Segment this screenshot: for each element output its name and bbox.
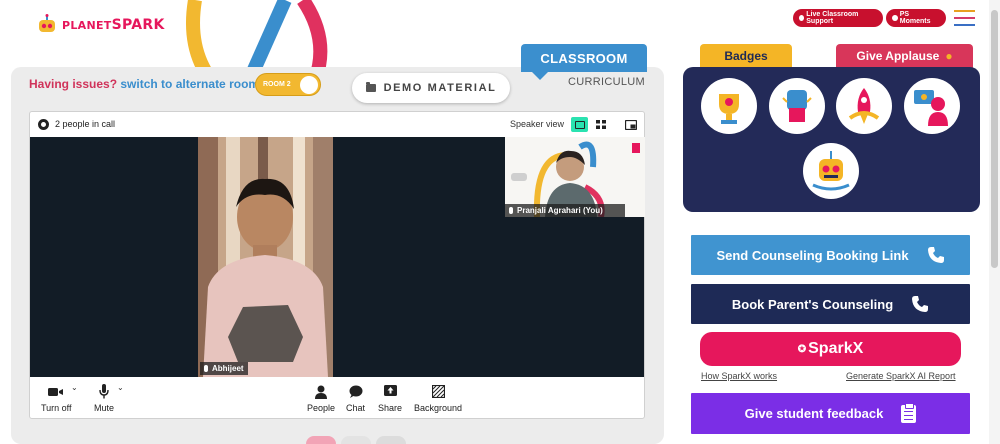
mic-options-chevron-icon[interactable]: ⌄ [117, 383, 124, 392]
give-student-feedback-button[interactable]: Give student feedback [691, 393, 970, 434]
demo-material-button[interactable]: DEMO MATERIAL [352, 73, 510, 103]
picture-in-picture-icon[interactable] [622, 117, 639, 132]
teacher-badge[interactable] [904, 78, 960, 134]
give-applause-tab[interactable]: Give Applause ● [836, 44, 973, 68]
chat-button[interactable]: Chat [346, 383, 365, 413]
clap-icon: ● [945, 49, 953, 63]
send-counseling-link-button[interactable]: Send Counseling Booking Link [691, 235, 970, 275]
share-screen-icon [383, 385, 397, 396]
sparkx-button[interactable]: ✪ SparkX [700, 332, 961, 366]
folder-icon [365, 82, 376, 92]
phone-icon [912, 296, 929, 312]
grid-view-icon[interactable] [592, 117, 609, 132]
mic-icon [509, 207, 513, 214]
self-participant-name: Pranjali Agrahari (You) [505, 204, 625, 217]
people-button[interactable]: People [307, 383, 335, 413]
camera-options-chevron-icon[interactable]: ⌄ [71, 383, 78, 392]
call-controls: Turn off ⌄ Mute ⌄ People Chat Share Back… [30, 377, 644, 419]
room-toggle[interactable]: ROOM 2 [255, 73, 321, 96]
robot-badge[interactable] [803, 143, 859, 199]
fist-badge[interactable] [769, 78, 825, 134]
brand-name: PLANETSPARK [62, 17, 165, 33]
tab-classroom[interactable]: CLASSROOM [521, 44, 647, 72]
main-participant-video[interactable]: Abhijeet [198, 137, 333, 377]
badges-panel [683, 67, 980, 212]
fist-badge-icon [782, 90, 812, 122]
scrollbar-thumb[interactable] [991, 10, 998, 268]
moments-icon [892, 15, 898, 21]
menu-icon[interactable] [954, 10, 975, 26]
dock-item-gray[interactable] [341, 436, 371, 444]
people-count: 2 people in call [55, 119, 116, 129]
share-button[interactable]: Share [378, 383, 402, 413]
dock-item-pink[interactable] [306, 436, 336, 444]
mute-button[interactable]: Mute [94, 383, 114, 413]
switch-room-link[interactable]: switch to alternate room [120, 77, 259, 91]
call-toolbar: 2 people in call Speaker view [30, 112, 644, 137]
camera-icon [48, 387, 64, 396]
toggle-knob [300, 76, 318, 94]
trophy-badge-icon [719, 94, 739, 124]
people-icon [315, 385, 328, 399]
camera-button[interactable]: Turn off [41, 383, 72, 413]
microphone-icon [99, 384, 109, 399]
video-call: 2 people in call Speaker view Abhijeet P… [29, 111, 645, 419]
clipboard-icon [901, 402, 917, 423]
settings-gear-icon[interactable] [38, 119, 49, 130]
main-participant-name: Abhijeet [200, 362, 248, 375]
tab-pointer [532, 72, 548, 80]
sparkx-icon: ✪ [797, 343, 807, 355]
speaker-view-label: Speaker view [510, 119, 565, 129]
mic-icon [204, 365, 208, 372]
participant-video-frame [198, 137, 333, 377]
ps-moments-button[interactable]: PS Moments [886, 9, 946, 27]
self-video[interactable]: Pranjali Agrahari (You) [505, 137, 645, 217]
support-icon [799, 15, 805, 21]
video-stage: Abhijeet Pranjali Agrahari (You) [30, 137, 645, 377]
issues-question: Having issues? [29, 77, 118, 91]
rocket-badge-icon [848, 88, 880, 124]
badges-tab[interactable]: Badges [700, 44, 792, 68]
dock-item-gray-round[interactable] [376, 436, 406, 444]
trophy-badge[interactable] [701, 78, 757, 134]
rocket-badge[interactable] [836, 78, 892, 134]
speaker-view-icon[interactable] [571, 117, 588, 132]
robot-badge-icon [812, 151, 850, 191]
planetspark-logo[interactable]: PLANETSPARK [36, 14, 165, 36]
phone-icon [927, 247, 944, 263]
background-icon [431, 385, 445, 398]
teacher-badge-icon [914, 90, 948, 126]
generate-sparkx-report-link[interactable]: Generate SparkX AI Report [846, 371, 956, 381]
alternate-room-prompt: Having issues? switch to alternate room [29, 77, 259, 91]
chat-icon [349, 385, 362, 398]
tab-curriculum[interactable]: CURRICULUM [568, 76, 645, 88]
background-button[interactable]: Background [414, 383, 462, 413]
book-parent-counseling-button[interactable]: Book Parent's Counseling [691, 284, 970, 324]
how-sparkx-works-link[interactable]: How SparkX works [701, 371, 777, 381]
robot-logo-icon [39, 14, 55, 32]
live-classroom-support-button[interactable]: Live Classroom Support [793, 9, 883, 27]
